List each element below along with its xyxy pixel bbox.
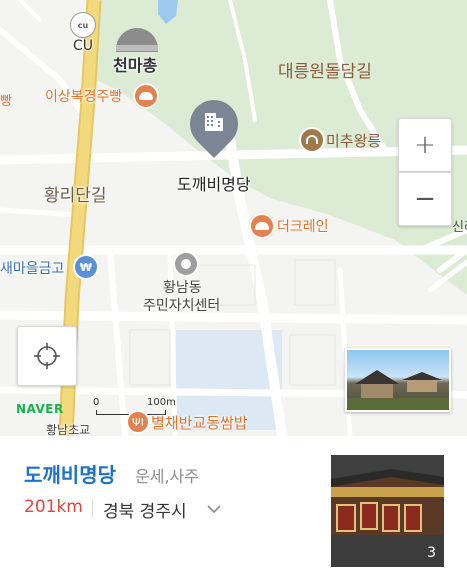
restaurant-icon-2[interactable]: ΨΙ [126,410,150,434]
tomb-icon[interactable] [299,127,325,153]
zoom-out-button[interactable]: − [398,172,452,226]
hwangnam-center-label-1: 황남동 [163,280,202,296]
cut-off-label: 빵 [0,94,12,109]
divider [92,499,93,517]
isangbok-bread-label: 이상복경주빵 [45,89,123,105]
restaurant-icon[interactable] [249,213,275,239]
naver-logo: NAVER [16,402,64,416]
scale-distance: 100m [147,397,176,408]
dokkaebi-map-label: 도깨비명당 [177,175,251,194]
bank-icon[interactable]: ₩ [73,254,99,280]
cu-label: CU [73,38,94,54]
map-view[interactable]: cu CU 천마총 대릉원돌담길 이상복경주빵 빵 도깨비명당 미추왕릉 황리단… [0,0,467,436]
hwangridan-label: 황리단길 [44,186,107,206]
hwangnam-school-label: 황남초교 [46,423,91,436]
byeolchae-label: 별채반교동쌈밥 [151,414,248,432]
place-category: 운세,사주 [135,467,199,486]
minus-icon: − [414,184,436,214]
place-region[interactable]: 경북 경주시 [103,497,187,522]
cu-store-icon[interactable]: cu [70,12,96,38]
cheonmachong-label: 천마총 [113,56,158,75]
scale-zero: 0 [93,397,100,408]
saemaeul-label: 새마을금고 [0,261,65,277]
bakery-icon[interactable] [133,83,159,109]
cut-off-label-right: 신라 [452,220,467,235]
place-title[interactable]: 도깨비명당 [24,459,116,488]
hwangnam-center-label-2: 주민자치센터 [143,298,221,314]
current-location-button[interactable] [17,326,77,386]
michu-tomb-label: 미추왕릉 [326,132,382,150]
street-view-thumbnail[interactable] [345,348,451,412]
place-photo[interactable]: 3 [331,455,444,567]
chevron-down-icon[interactable] [207,504,221,514]
building-icon [203,111,225,133]
place-card[interactable]: 도깨비명당 운세,사주 201km 경북 경주시 3 [0,436,467,587]
cheonmachong-icon-base [116,45,158,51]
daereungwon-label: 대릉원돌담길 [278,62,372,82]
photo-count: 3 [427,545,436,561]
the-crane-label: 더크레인 [277,219,329,235]
crosshair-icon [34,343,60,369]
plus-icon: + [414,130,436,160]
place-distance: 201km [24,497,83,517]
community-center-icon[interactable] [173,251,199,277]
zoom-in-button[interactable]: + [398,118,452,172]
